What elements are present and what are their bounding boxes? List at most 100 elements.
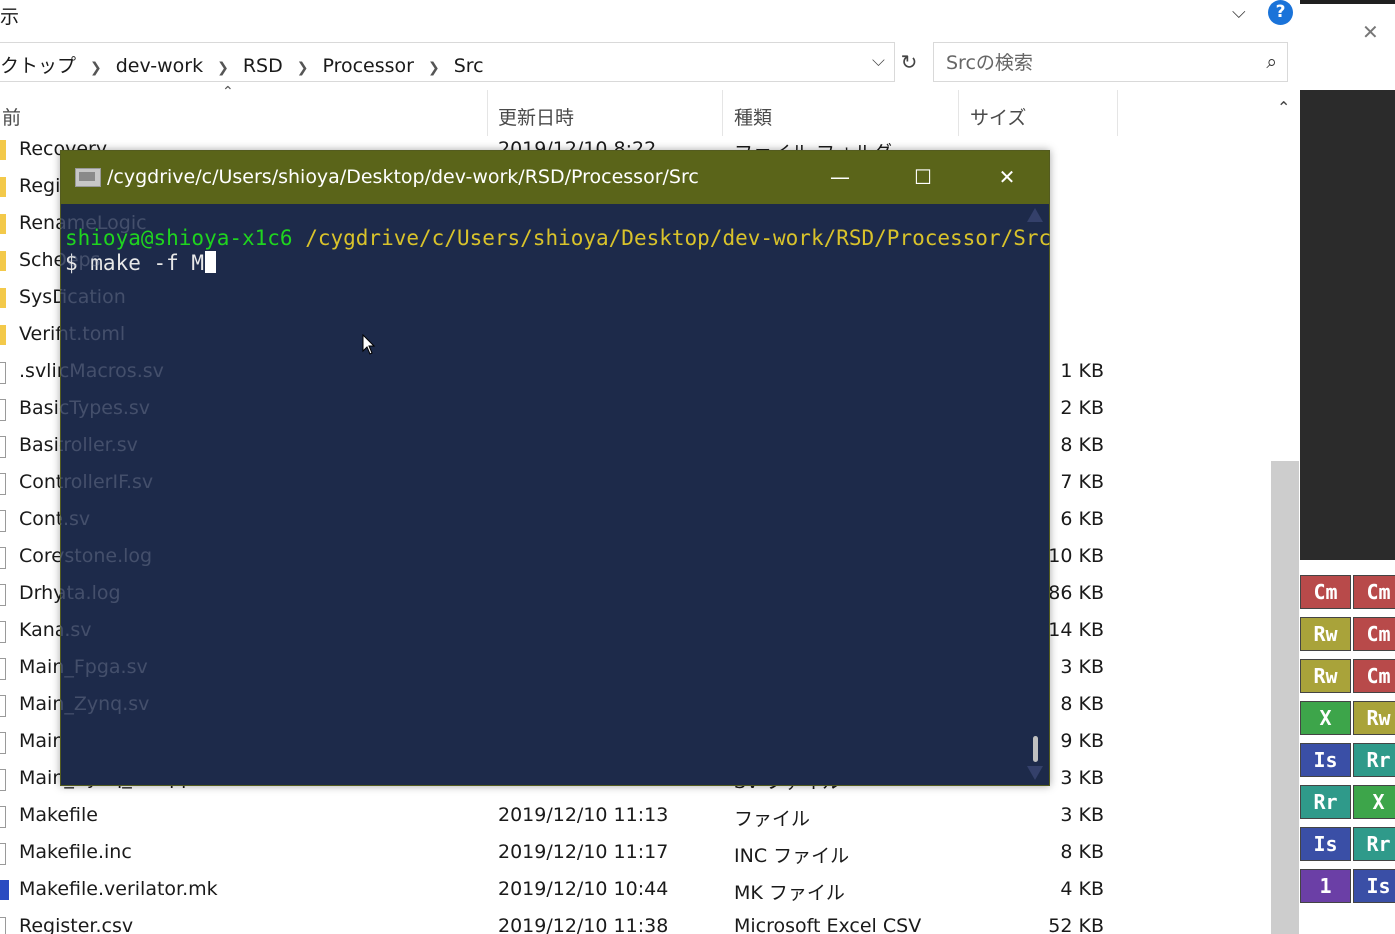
breadcrumb-item-dev-work[interactable]: dev-work bbox=[116, 55, 203, 77]
column-header-size-label: サイズ bbox=[970, 107, 1027, 129]
pipeline-stage-tile: Cm bbox=[1353, 617, 1395, 651]
file-icon bbox=[0, 732, 6, 754]
file-row[interactable]: Makefile.inc 2019/12/10 11:17 INC ファイル 8 KB bbox=[0, 835, 1270, 872]
breadcrumb-item-src[interactable]: Src bbox=[454, 55, 484, 77]
column-divider[interactable] bbox=[1117, 90, 1118, 136]
file-icon bbox=[0, 695, 6, 717]
file-icon bbox=[0, 658, 6, 680]
file-date: 2019/12/10 11:13 bbox=[498, 804, 669, 826]
pipeline-stage-tile: X bbox=[1300, 701, 1351, 735]
search-icon[interactable]: ⌕ bbox=[1266, 51, 1277, 73]
file-icon bbox=[0, 510, 6, 532]
file-name: Makefile.inc bbox=[19, 841, 132, 863]
folder-icon bbox=[0, 325, 6, 345]
search-input[interactable] bbox=[944, 49, 1248, 77]
pipeline-stage-tile: Cm bbox=[1353, 575, 1395, 609]
column-header-type[interactable]: 種類 bbox=[723, 90, 958, 136]
file-name: Main bbox=[19, 730, 65, 752]
scrollbar-thumb[interactable] bbox=[1271, 461, 1299, 934]
prompt-line: shioya@shioya-x1c6 /cygdrive/c/Users/shi… bbox=[65, 226, 1051, 250]
chevron-down-icon[interactable]: ⌵ bbox=[1232, 2, 1246, 23]
scroll-up-icon[interactable]: ⌃ bbox=[1277, 98, 1290, 117]
scroll-down-arrow-icon[interactable] bbox=[1027, 766, 1043, 780]
file-icon bbox=[0, 806, 6, 828]
pipeline-stage-tile: Cm bbox=[1300, 575, 1351, 609]
file-size: 2 KB bbox=[1060, 397, 1104, 419]
terminal-app-icon[interactable] bbox=[75, 168, 101, 187]
column-header-date[interactable]: 更新日時 bbox=[488, 90, 722, 136]
folder-icon bbox=[0, 288, 6, 308]
close-icon[interactable]: ✕ bbox=[1362, 20, 1379, 44]
file-icon bbox=[0, 436, 6, 458]
text-cursor bbox=[205, 251, 217, 273]
breadcrumb: クトップ ❯ dev-work ❯ RSD ❯ Processor ❯ Src bbox=[0, 51, 484, 78]
file-name: Main bbox=[19, 693, 65, 715]
pipeline-stage-tile: Is bbox=[1353, 869, 1395, 903]
file-type: ファイル bbox=[734, 808, 811, 830]
help-button[interactable]: ? bbox=[1268, 0, 1293, 25]
file-size: 6 KB bbox=[1060, 508, 1104, 530]
terminal-scrollbar-thumb[interactable] bbox=[1033, 736, 1038, 762]
file-name: Cont bbox=[19, 508, 64, 530]
column-header-type-label: 種類 bbox=[734, 107, 773, 129]
terminal-output[interactable]: shioya@shioya-x1c6 /cygdrive/c/Users/shi… bbox=[61, 204, 1051, 785]
address-bar[interactable]: クトップ ❯ dev-work ❯ RSD ❯ Processor ❯ Src ⌵ bbox=[0, 42, 895, 82]
file-type: INC ファイル bbox=[734, 845, 850, 867]
folder-icon bbox=[0, 251, 6, 271]
chevron-right-icon[interactable]: ❯ bbox=[297, 60, 309, 76]
pipeline-stage-tile: Is bbox=[1300, 743, 1351, 777]
refresh-icon[interactable]: ↻ bbox=[897, 42, 921, 82]
chevron-right-icon[interactable]: ❯ bbox=[428, 60, 440, 76]
chevron-right-icon[interactable]: ❯ bbox=[217, 60, 229, 76]
file-row[interactable]: Makefile 2019/12/10 11:13 ファイル 3 KB bbox=[0, 798, 1270, 835]
file-icon bbox=[0, 399, 6, 421]
address-history-dropdown-icon[interactable]: ⌵ bbox=[872, 51, 885, 71]
file-type: Microsoft Excel CSV bbox=[734, 915, 922, 934]
file-name: Main bbox=[19, 656, 65, 678]
file-date: 2019/12/10 11:38 bbox=[498, 915, 669, 934]
terminal-title: /cygdrive/c/Users/shioya/Desktop/dev-wor… bbox=[107, 166, 699, 188]
file-size: 86 KB bbox=[1048, 582, 1104, 604]
breadcrumb-item-rsd[interactable]: RSD bbox=[243, 55, 283, 77]
maximize-button[interactable]: ☐ bbox=[903, 159, 943, 195]
command-line[interactable]: $ make -f M bbox=[65, 251, 217, 275]
pipeline-tile-grid: Cm Cm Rw Cm Rw Cm X Rw Is Rr Rr X Is Rr 1 Is bbox=[1300, 560, 1395, 934]
file-type: MK ファイル bbox=[734, 882, 845, 904]
chevron-right-icon[interactable]: ❯ bbox=[90, 60, 102, 76]
minimize-button[interactable]: — bbox=[820, 159, 860, 195]
terminal-titlebar[interactable]: /cygdrive/c/Users/shioya/Desktop/dev-wor… bbox=[61, 151, 1049, 204]
file-row[interactable]: Register.csv 2019/12/10 11:38 Microsoft Ex… bbox=[0, 909, 1270, 934]
pipeline-stage-tile: Rw bbox=[1300, 659, 1351, 693]
terminal-window[interactable]: /cygdrive/c/Users/shioya/Desktop/dev-wor… bbox=[60, 150, 1051, 786]
scroll-up-arrow-icon[interactable] bbox=[1027, 208, 1043, 222]
pipeline-stage-tile: Rw bbox=[1353, 701, 1395, 735]
file-name: Regi bbox=[19, 175, 61, 197]
folder-icon bbox=[0, 140, 6, 160]
prompt-path: /cygdrive/c/Users/shioya/Desktop/dev-wor… bbox=[292, 226, 1052, 250]
breadcrumb-item-desktop[interactable]: クトップ bbox=[0, 51, 76, 78]
pipeline-stage-tile: Rr bbox=[1353, 743, 1395, 777]
file-icon bbox=[0, 917, 6, 934]
file-size: 8 KB bbox=[1060, 841, 1104, 863]
panel-header: ✕ bbox=[1300, 4, 1395, 90]
file-size: 8 KB bbox=[1060, 434, 1104, 456]
pipeline-stage-tile: Rr bbox=[1300, 785, 1351, 819]
breadcrumb-item-processor[interactable]: Processor bbox=[322, 55, 414, 77]
command-text: $ make -f M bbox=[65, 251, 205, 275]
file-size: 3 KB bbox=[1060, 804, 1104, 826]
file-name: Makefile bbox=[19, 804, 98, 826]
file-icon bbox=[0, 843, 6, 865]
search-box[interactable]: ⌕ bbox=[933, 42, 1288, 82]
panel-dark-area bbox=[1300, 90, 1395, 560]
file-icon bbox=[0, 547, 6, 569]
ribbon-tab-view[interactable]: 示 bbox=[0, 2, 19, 29]
close-button[interactable]: ✕ bbox=[987, 159, 1027, 195]
column-header-name[interactable]: 前 bbox=[0, 90, 487, 136]
column-header-size[interactable]: サイズ bbox=[959, 90, 1117, 136]
prompt-user-host: shioya@shioya-x1c6 bbox=[65, 226, 293, 250]
file-name: Drhy bbox=[19, 582, 65, 604]
folder-icon bbox=[0, 214, 6, 234]
file-row[interactable]: Makefile.verilator.mk 2019/12/10 10:44 MK … bbox=[0, 872, 1270, 909]
file-icon bbox=[0, 769, 6, 791]
file-size: 7 KB bbox=[1060, 471, 1104, 493]
